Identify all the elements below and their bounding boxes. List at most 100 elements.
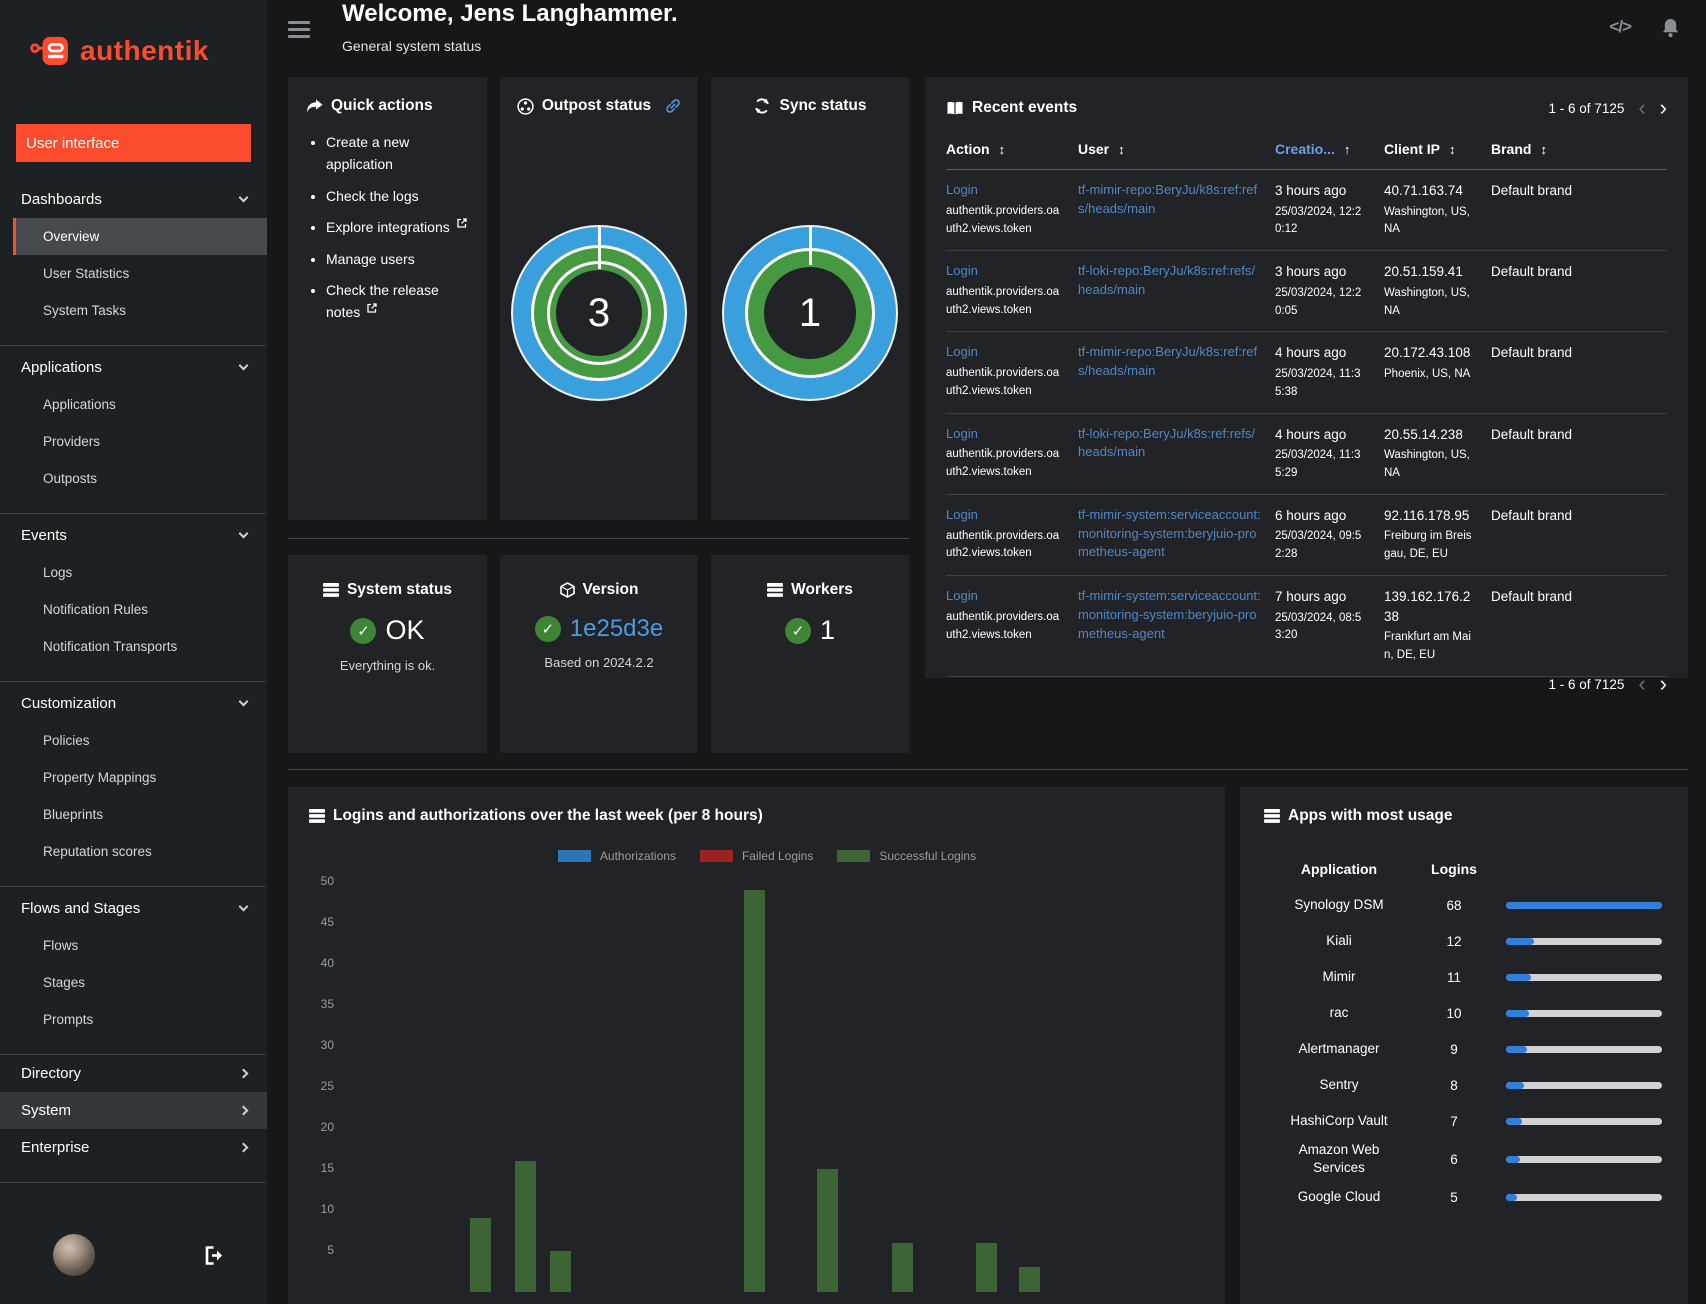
pagination-prev-icon[interactable]: ‹	[1638, 673, 1645, 695]
event-user-link[interactable]: tf-mimir-system:serviceaccount:monitorin…	[1078, 588, 1261, 641]
event-action-context: authentik.providers.oauth2.views.token	[946, 367, 1060, 398]
event-time-relative: 4 hours ago	[1275, 345, 1347, 361]
sidebar-section-dashboards[interactable]: Dashboards	[0, 180, 267, 218]
version-subtitle: Based on 2024.2.2	[544, 655, 654, 670]
event-client-ip: 20.55.14.238	[1384, 426, 1463, 442]
sidebar-item-user-statistics[interactable]: User Statistics	[0, 255, 267, 292]
event-user-link[interactable]: tf-mimir-system:serviceaccount:monitorin…	[1078, 507, 1261, 560]
column-header-brand[interactable]: Brand ↕	[1491, 141, 1576, 157]
event-user-link[interactable]: tf-mimir-repo:BeryJu/k8s:ref:refs/heads/…	[1078, 182, 1257, 216]
sidebar-section-events[interactable]: Events	[0, 516, 267, 554]
sidebar-item-enterprise[interactable]: Enterprise	[0, 1129, 267, 1166]
item-label: Providers	[43, 434, 101, 449]
sidebar-item-notification-rules[interactable]: Notification Rules	[0, 591, 267, 628]
logout-icon[interactable]	[205, 1245, 226, 1265]
event-user-link[interactable]: tf-mimir-repo:BeryJu/k8s:ref:refs/heads/…	[1078, 344, 1257, 378]
sidebar-item-reputation-scores[interactable]: Reputation scores	[0, 833, 267, 870]
quick-actions-card: Quick actions Create a new application C…	[288, 77, 487, 520]
legend-item: Failed Logins	[699, 849, 813, 863]
event-user-link[interactable]: tf-loki-repo:BeryJu/k8s:ref:refs/heads/m…	[1078, 263, 1255, 297]
version-link[interactable]: 1e25d3e	[570, 615, 663, 643]
sidebar-item-logs[interactable]: Logs	[0, 554, 267, 591]
check-circle-icon: ✓	[534, 616, 561, 642]
chevron-down-icon	[238, 901, 249, 912]
sidebar-item-property-mappings[interactable]: Property Mappings	[0, 759, 267, 796]
sidebar-item-applications[interactable]: Applications	[0, 386, 267, 423]
event-action-link[interactable]: Login	[946, 507, 978, 522]
sidebar-item-blueprints[interactable]: Blueprints	[0, 796, 267, 833]
authentik-logo: authentik	[0, 0, 267, 72]
sidebar-item-overview[interactable]: Overview	[13, 218, 267, 255]
sidebar-item-prompts[interactable]: Prompts	[0, 1001, 267, 1038]
sidebar-item-system-tasks[interactable]: System Tasks	[0, 292, 267, 329]
item-label: User Statistics	[43, 266, 130, 281]
column-header-action[interactable]: Action ↕	[946, 141, 1064, 157]
legend-item: Successful Logins	[837, 849, 976, 863]
pagination-next-icon[interactable]: ›	[1660, 673, 1667, 695]
hamburger-menu-icon[interactable]	[288, 20, 310, 38]
link-label: Manage users	[326, 250, 415, 267]
sidebar-item-directory[interactable]: Directory	[0, 1055, 267, 1092]
event-action-context: authentik.providers.oauth2.views.token	[946, 610, 1060, 641]
column-header-creation[interactable]: Creatio... ↑	[1275, 141, 1370, 157]
sidebar-item-providers[interactable]: Providers	[0, 423, 267, 460]
check-logs-link[interactable]: Check the logs	[326, 188, 419, 204]
pagination-label: 1 - 6 of 7125	[1548, 100, 1625, 116]
create-application-link[interactable]: Create a new application	[326, 134, 409, 172]
user-avatar[interactable]	[53, 1234, 95, 1276]
chevron-right-icon	[238, 1142, 249, 1153]
sidebar-section-flows-and-stages[interactable]: Flows and Stages	[0, 889, 267, 927]
usage-row: Google Cloud 5	[1264, 1179, 1664, 1215]
sidebar-item-system[interactable]: System	[0, 1092, 267, 1129]
chart-bar	[469, 1218, 491, 1292]
chart-bar	[550, 1251, 572, 1292]
event-brand: Default brand	[1491, 183, 1573, 198]
pagination-next-icon[interactable]: ›	[1660, 97, 1667, 119]
item-label: Notification Transports	[43, 639, 178, 654]
outpost-status-card: Outpost status 3	[500, 77, 698, 520]
sidebar-item-outposts[interactable]: Outposts	[0, 460, 267, 497]
explore-integrations-link[interactable]: Explore integrations	[326, 218, 467, 235]
event-action-link[interactable]: Login	[946, 426, 978, 441]
usage-row: Amazon Web Services 6	[1264, 1139, 1664, 1179]
manage-users-link[interactable]: Manage users	[326, 251, 415, 267]
event-time-absolute: 25/03/2024, 12:20:12	[1275, 205, 1362, 236]
sort-icon: ↕	[1118, 142, 1125, 157]
event-client-ip: 20.51.159.41	[1384, 264, 1463, 280]
sidebar-section-applications[interactable]: Applications	[0, 348, 267, 386]
event-time-absolute: 25/03/2024, 11:35:38	[1275, 367, 1361, 398]
event-row: Login authentik.providers.oauth2.views.to…	[946, 251, 1667, 333]
usage-row: Kiali 12	[1264, 923, 1664, 959]
usage-row: Alertmanager 9	[1264, 1031, 1664, 1067]
sort-icon: ↕	[998, 142, 1006, 157]
chevron-right-icon	[238, 1068, 249, 1079]
page-title: Welcome, Jens Langhammer.	[342, 0, 678, 27]
event-action-link[interactable]: Login	[946, 344, 978, 359]
user-interface-button[interactable]: User interface	[16, 124, 251, 162]
event-action-link[interactable]: Login	[946, 263, 978, 278]
notifications-bell-icon[interactable]	[1661, 17, 1680, 38]
apps-usage-card: Apps with most usage Application Logins …	[1240, 787, 1688, 1304]
sidebar-item-stages[interactable]: Stages	[0, 964, 267, 1001]
workers-card: Workers ✓ 1	[711, 555, 909, 753]
api-code-icon[interactable]: </>	[1609, 17, 1632, 37]
event-action-link[interactable]: Login	[946, 182, 978, 197]
column-header-client-ip[interactable]: Client IP ↕	[1384, 141, 1477, 157]
event-action-link[interactable]: Login	[946, 588, 978, 603]
sidebar-item-policies[interactable]: Policies	[0, 722, 267, 759]
sidebar-item-notification-transports[interactable]: Notification Transports	[0, 628, 267, 665]
event-user-link[interactable]: tf-loki-repo:BeryJu/k8s:ref:refs/heads/m…	[1078, 426, 1255, 460]
share-icon	[306, 99, 323, 113]
event-time-absolute: 25/03/2024, 12:20:05	[1275, 286, 1362, 317]
column-header-user[interactable]: User ↕	[1078, 141, 1261, 157]
sidebar-section-customization[interactable]: Customization	[0, 684, 267, 722]
pagination-prev-icon[interactable]: ‹	[1638, 97, 1645, 119]
item-label: Directory	[21, 1065, 82, 1082]
check-circle-icon: ✓	[350, 617, 377, 644]
sidebar-item-flows[interactable]: Flows	[0, 927, 267, 964]
link-icon[interactable]	[665, 98, 681, 114]
sync-status-card: Sync status 1	[711, 77, 909, 520]
event-location: Washington, US, NA	[1384, 286, 1470, 317]
card-title-label: Recent events	[972, 99, 1078, 116]
release-notes-link[interactable]: Check the release notes	[326, 282, 439, 320]
